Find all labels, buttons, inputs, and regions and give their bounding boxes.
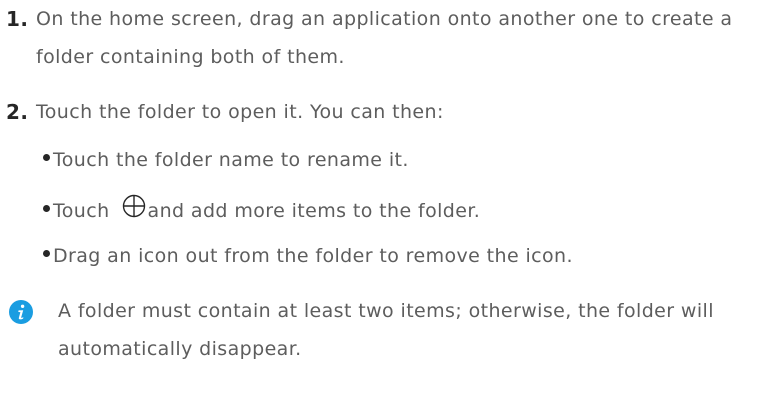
add-circle-icon xyxy=(122,194,146,223)
note-text-line-1: A folder must contain at least two items… xyxy=(58,300,714,322)
info-icon xyxy=(9,300,33,324)
bullet-text: Drag an icon out from the folder to remo… xyxy=(53,245,573,267)
bullet-text: Touch the folder name to rename it. xyxy=(53,149,409,171)
bullet-item-remove-icon: Drag an icon out from the folder to remo… xyxy=(43,245,573,267)
bullet-dot xyxy=(43,154,50,161)
step-1-text-line-1: On the home screen, drag an application … xyxy=(36,8,733,30)
bullet-item-add-items: Touch and add more items to the folder. xyxy=(43,194,481,226)
bullet-dot xyxy=(43,250,50,257)
bullet-text-before: Touch xyxy=(53,200,110,222)
bullet-text-after: and add more items to the folder. xyxy=(147,200,481,222)
step-2-text-line-1: Touch the folder to open it. You can the… xyxy=(36,101,444,123)
note-text-line-2: automatically disappear. xyxy=(58,338,302,360)
step-1-number: 1. xyxy=(6,7,29,31)
step-2-number: 2. xyxy=(6,100,29,124)
bullet-dot xyxy=(43,205,50,212)
step-1-text-line-2: folder containing both of them. xyxy=(36,46,345,68)
bullet-item-rename: Touch the folder name to rename it. xyxy=(43,149,409,171)
